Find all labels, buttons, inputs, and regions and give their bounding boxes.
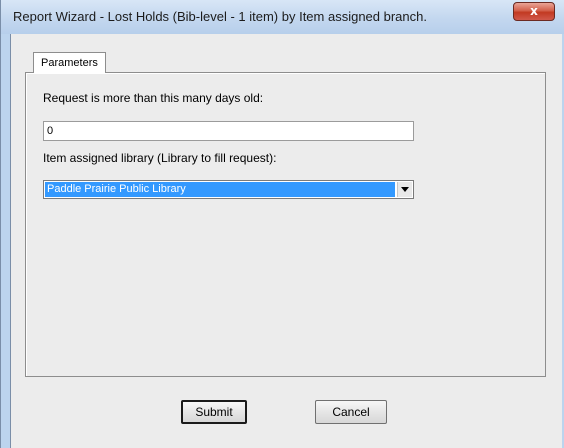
parameters-panel: Request is more than this many days old:…: [25, 72, 546, 377]
library-label: Item assigned library (Library to fill r…: [43, 151, 277, 165]
chevron-down-icon: [401, 187, 409, 192]
report-wizard-window: Report Wizard - Lost Holds (Bib-level - …: [0, 0, 564, 448]
close-button[interactable]: x: [513, 2, 555, 21]
library-dropdown-button[interactable]: [397, 182, 412, 197]
library-select[interactable]: Paddle Prairie Public Library: [43, 180, 414, 199]
submit-button[interactable]: Submit: [181, 400, 247, 424]
library-selected-value: Paddle Prairie Public Library: [45, 182, 395, 197]
dialog-client-area: Parameters Request is more than this man…: [10, 34, 562, 448]
tab-parameters[interactable]: Parameters: [33, 52, 106, 73]
close-icon: x: [530, 4, 538, 18]
cancel-button[interactable]: Cancel: [315, 400, 387, 424]
window-title: Report Wizard - Lost Holds (Bib-level - …: [13, 9, 427, 24]
title-bar[interactable]: Report Wizard - Lost Holds (Bib-level - …: [1, 0, 564, 34]
days-old-label: Request is more than this many days old:: [43, 91, 264, 105]
days-old-input[interactable]: [43, 121, 414, 141]
